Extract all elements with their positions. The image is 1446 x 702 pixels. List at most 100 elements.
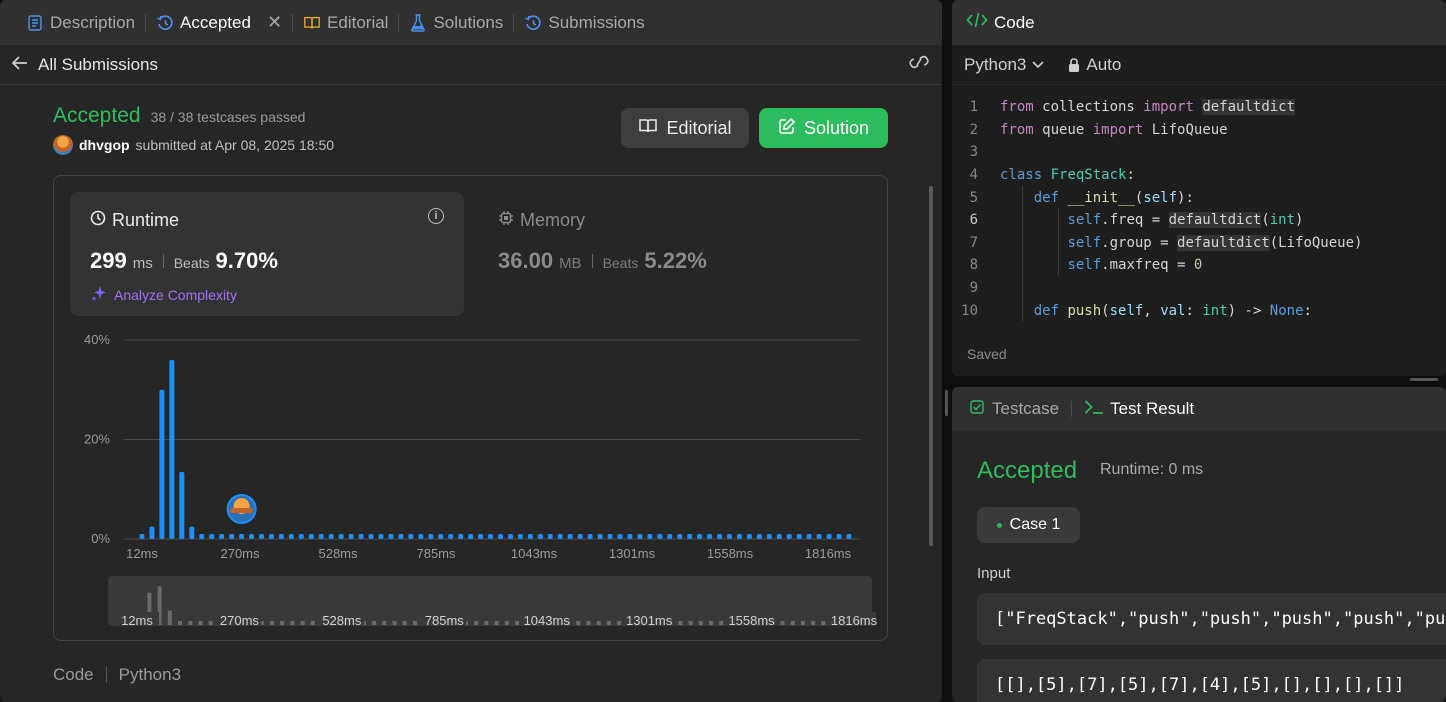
chart-bar[interactable] bbox=[199, 534, 205, 539]
tab-solutions[interactable]: Solutions bbox=[399, 0, 513, 45]
chart-bar[interactable] bbox=[418, 534, 424, 539]
case-tab-1[interactable]: Case 1 bbox=[977, 507, 1080, 543]
chart-bar[interactable] bbox=[328, 534, 334, 539]
chart-bar[interactable] bbox=[547, 534, 553, 539]
chart-bar[interactable] bbox=[298, 534, 304, 539]
tab-description[interactable]: Description bbox=[16, 0, 145, 45]
chart-bar[interactable] bbox=[587, 534, 593, 539]
chart-bar[interactable] bbox=[468, 534, 474, 539]
input-value-2[interactable]: [[],[5],[7],[5],[7],[4],[5],[],[],[],[]] bbox=[977, 659, 1446, 702]
chart-bar[interactable] bbox=[816, 534, 822, 539]
chart-bar[interactable] bbox=[617, 534, 623, 539]
chart-bar[interactable] bbox=[627, 534, 633, 539]
chart-bar[interactable] bbox=[766, 534, 772, 539]
username[interactable]: dhvgop bbox=[79, 137, 130, 153]
chart-bar[interactable] bbox=[776, 534, 782, 539]
chart-bar[interactable] bbox=[657, 534, 663, 539]
tab-accepted[interactable]: Accepted ✕ bbox=[146, 0, 292, 45]
chart-bar[interactable] bbox=[826, 534, 832, 539]
chart-bar[interactable] bbox=[179, 471, 185, 539]
chart-bar[interactable] bbox=[448, 534, 454, 539]
chart-bar[interactable] bbox=[368, 534, 374, 539]
chart-bar[interactable] bbox=[149, 526, 155, 539]
chart-bar[interactable] bbox=[268, 534, 274, 539]
chart-bar[interactable] bbox=[209, 534, 215, 539]
chart-bar[interactable] bbox=[527, 534, 533, 539]
chart-bar[interactable] bbox=[746, 534, 752, 539]
chart-bar[interactable] bbox=[806, 534, 812, 539]
chart-bar[interactable] bbox=[647, 534, 653, 539]
chart-bar[interactable] bbox=[318, 534, 324, 539]
chart-bar[interactable] bbox=[378, 534, 384, 539]
chart-bar[interactable] bbox=[687, 534, 693, 539]
editor-toolbar: Python3 Auto bbox=[952, 45, 1446, 85]
chart-bar[interactable] bbox=[557, 534, 563, 539]
code-line: 7 self.group = defaultdict(LifoQueue) bbox=[952, 232, 1446, 255]
avatar[interactable] bbox=[53, 135, 73, 155]
chart-bar[interactable] bbox=[637, 534, 643, 539]
chart-bar[interactable] bbox=[736, 534, 742, 539]
chart-bar[interactable] bbox=[278, 534, 284, 539]
chart-bar[interactable] bbox=[398, 534, 404, 539]
auto-mode-toggle[interactable]: Auto bbox=[1068, 55, 1121, 75]
chart-bar[interactable] bbox=[358, 534, 364, 539]
scrollbar[interactable] bbox=[929, 186, 933, 546]
chart-bar[interactable] bbox=[836, 534, 842, 539]
chart-bar[interactable] bbox=[507, 534, 513, 539]
chart-bar[interactable] bbox=[786, 534, 792, 539]
panel-resize-handle[interactable] bbox=[945, 390, 948, 416]
chart-bar[interactable] bbox=[717, 534, 723, 539]
chart-bar[interactable] bbox=[697, 534, 703, 539]
chart-bar[interactable] bbox=[288, 534, 294, 539]
chart-bar[interactable] bbox=[258, 534, 264, 539]
close-icon[interactable]: ✕ bbox=[267, 12, 282, 33]
tab-test-result[interactable]: Test Result bbox=[1084, 399, 1194, 420]
chart-bar[interactable] bbox=[438, 534, 444, 539]
chart-bar[interactable] bbox=[308, 534, 314, 539]
chart-bar[interactable] bbox=[189, 526, 195, 539]
code-editor[interactable]: 1 from collections import defaultdict 2 fr… bbox=[952, 96, 1446, 322]
editorial-button[interactable]: Editorial bbox=[621, 108, 749, 148]
code-line: 6 self.freq = defaultdict(int) bbox=[952, 209, 1446, 232]
chart-bar[interactable] bbox=[169, 359, 175, 539]
tab-editorial[interactable]: Editorial bbox=[293, 0, 398, 45]
code-text: self.freq = defaultdict(int) bbox=[1067, 212, 1304, 229]
chart-bar[interactable] bbox=[239, 534, 245, 539]
link-icon[interactable] bbox=[908, 54, 930, 75]
chart-bar[interactable] bbox=[458, 534, 464, 539]
input-value-1[interactable]: ["FreqStack","push","push","push","push"… bbox=[977, 593, 1446, 645]
chart-bar[interactable] bbox=[577, 534, 583, 539]
chart-bar[interactable] bbox=[796, 534, 802, 539]
chart-bar[interactable] bbox=[408, 534, 414, 539]
chart-bar[interactable] bbox=[756, 534, 762, 539]
runtime-distribution-chart[interactable]: 40% 20% 0% 12ms 270ms 528ms 785ms 1043ms 1301ms 1… bbox=[54, 176, 889, 642]
chart-bar[interactable] bbox=[159, 389, 165, 539]
chart-bar[interactable] bbox=[537, 534, 543, 539]
chart-bar[interactable] bbox=[229, 534, 235, 539]
chart-bar[interactable] bbox=[497, 534, 503, 539]
chart-bar[interactable] bbox=[139, 534, 145, 539]
chart-bar[interactable] bbox=[338, 534, 344, 539]
chart-bar[interactable] bbox=[428, 534, 434, 539]
chart-bar[interactable] bbox=[517, 534, 523, 539]
chart-bar[interactable] bbox=[219, 534, 225, 539]
chart-bar[interactable] bbox=[727, 534, 733, 539]
chart-bar[interactable] bbox=[607, 534, 613, 539]
all-submissions-link[interactable]: All Submissions bbox=[11, 55, 158, 75]
chart-bar[interactable] bbox=[677, 534, 683, 539]
chart-bar[interactable] bbox=[667, 534, 673, 539]
solution-button[interactable]: Solution bbox=[759, 108, 888, 148]
language-select[interactable]: Python3 bbox=[964, 55, 1044, 75]
chart-bar[interactable] bbox=[846, 534, 852, 539]
tab-submissions[interactable]: Submissions bbox=[514, 0, 654, 45]
chart-bar[interactable] bbox=[488, 534, 494, 539]
tab-testcase[interactable]: Testcase bbox=[970, 399, 1059, 419]
chart-bar[interactable] bbox=[597, 534, 603, 539]
chart-bar[interactable] bbox=[249, 534, 255, 539]
chart-bar[interactable] bbox=[388, 534, 394, 539]
chart-bar[interactable] bbox=[348, 534, 354, 539]
panel-resize-handle[interactable] bbox=[1410, 378, 1438, 381]
chart-bar[interactable] bbox=[567, 534, 573, 539]
chart-bar[interactable] bbox=[707, 534, 713, 539]
chart-bar[interactable] bbox=[478, 534, 484, 539]
